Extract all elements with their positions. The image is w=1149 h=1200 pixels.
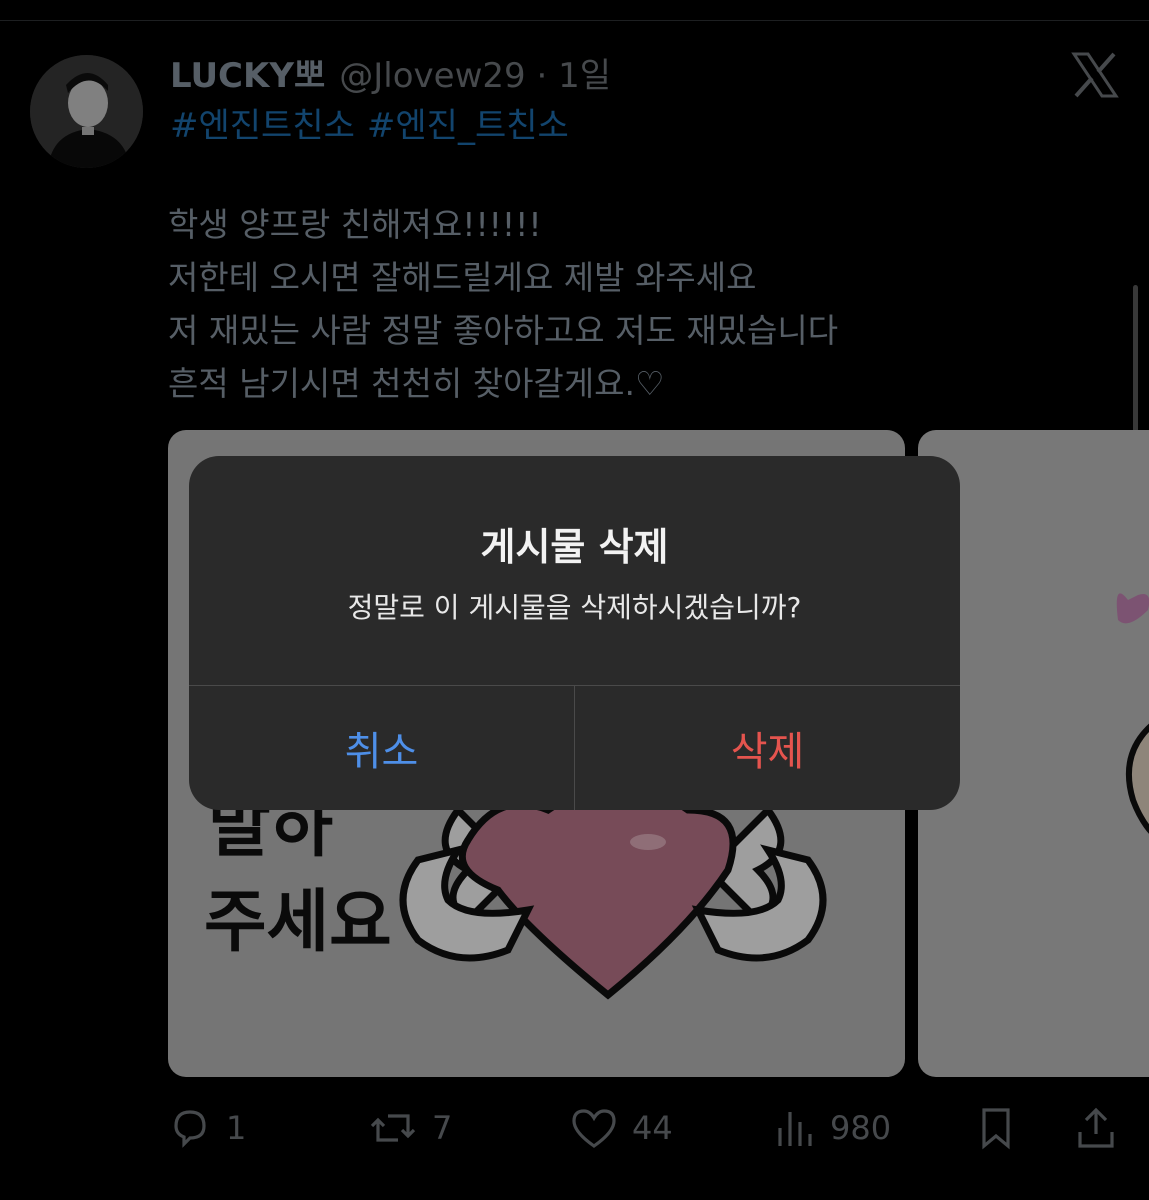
cancel-button[interactable]: 취소 — [189, 686, 574, 810]
delete-post-dialog: 게시물 삭제 정말로 이 게시물을 삭제하시겠습니까? 취소 삭제 — [189, 456, 960, 810]
delete-button[interactable]: 삭제 — [575, 686, 960, 810]
dialog-title: 게시물 삭제 — [480, 525, 669, 569]
dialog-message: 정말로 이 게시물을 삭제하시겠습니까? — [347, 591, 802, 624]
